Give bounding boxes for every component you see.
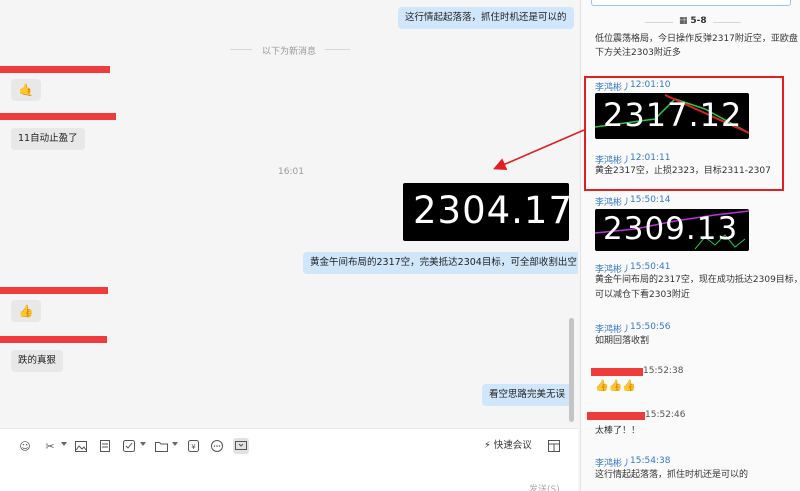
price-value: 2304.17: [413, 189, 569, 232]
panel-text: 如期回落收割: [595, 336, 650, 346]
chat-window: 这行情起起落落，抓住时机还是可以的 以下为新消息 🤙 11自动止盈了 16:01…: [0, 0, 578, 428]
message-composer: ☺ ✂ ¥ ⚡ 快速会议 发送(S): [0, 428, 578, 491]
message-bubble-self[interactable]: 黄金午间布局的2317空，完美抵达2304目标，可全部收割出空: [303, 252, 578, 274]
sender-name: 李鸿彬丿: [595, 325, 632, 335]
redacted-name: [587, 412, 645, 420]
calendar-icon: ▦: [679, 16, 688, 26]
panel-text: 这行情起起落落，抓住时机还是可以的: [595, 470, 749, 480]
new-messages-divider: 以下为新消息: [262, 47, 317, 57]
redacted-name: [0, 336, 107, 343]
sender-name: 李鸿彬丿: [595, 198, 632, 208]
send-button[interactable]: 发送(S): [529, 482, 560, 491]
sticker-message[interactable]: 👍: [11, 300, 41, 322]
divider-line: [645, 22, 673, 23]
message-time: 15:50:56: [630, 322, 671, 332]
redacted-name: [0, 66, 110, 73]
side-panel: ▦ 5-8 低位震荡格局，今日操作反弹2317附近空，亚欧盘 下方关注2303附…: [580, 0, 800, 491]
redacted-name: [591, 368, 643, 376]
search-input[interactable]: [591, 0, 791, 6]
message-bubble-self[interactable]: 这行情起起落落，抓住时机还是可以的: [398, 7, 574, 29]
message-time: 15:54:38: [630, 456, 671, 466]
price-screenshot-image[interactable]: 2304.17: [403, 183, 569, 241]
chevron-down-icon[interactable]: [140, 442, 146, 446]
panel-text: 下方关注2303附近多: [595, 48, 681, 58]
chevron-down-icon[interactable]: [172, 442, 178, 446]
screen-share-icon[interactable]: [233, 438, 249, 454]
emoji-icon[interactable]: ☺: [17, 438, 33, 454]
message-text: 黄金午间布局的2317空，完美抵达2304目标，可全部收割出空: [310, 257, 577, 268]
message-bubble-other[interactable]: 跌的真狠: [11, 350, 64, 372]
redacted-name: [0, 287, 108, 294]
divider-line: [230, 49, 252, 50]
quick-meeting-label: 快速会议: [493, 440, 532, 451]
date-divider: ▦ 5-8: [679, 16, 707, 26]
price-value: 2309.13: [603, 211, 739, 247]
redacted-name: [0, 113, 116, 120]
message-text: 11自动止盈了: [18, 133, 78, 144]
panel-text: 黄金午间布局的2317空，现在成功抵达2309目标，: [595, 275, 800, 285]
sender-name: 李鸿彬丿: [595, 459, 632, 469]
quick-meeting-button[interactable]: ⚡ 快速会议: [484, 437, 532, 451]
panel-text: 可以减仓下看2303附近: [595, 290, 690, 300]
message-time: 15:52:46: [645, 410, 686, 420]
chevron-down-icon[interactable]: [61, 442, 67, 446]
svg-text:¥: ¥: [191, 443, 196, 451]
checklist-icon[interactable]: [121, 438, 137, 454]
history-icon[interactable]: [546, 438, 562, 454]
sticker-message[interactable]: 🤙: [11, 79, 41, 101]
image-icon[interactable]: [73, 438, 89, 454]
lightning-icon: ⚡: [484, 440, 491, 451]
date-label: 5-8: [690, 16, 707, 26]
panel-text: 低位震荡格局，今日操作反弹2317附近空，亚欧盘: [595, 34, 798, 44]
message-time: 15:52:38: [643, 366, 684, 376]
price-screenshot-image[interactable]: 2309.13: [595, 209, 749, 251]
message-text: 看空思路完美无误: [489, 389, 566, 400]
message-time: 15:50:14: [630, 195, 671, 205]
message-text: 跌的真狠: [18, 355, 57, 366]
folder-icon[interactable]: [153, 438, 169, 454]
chat-scrollbar[interactable]: [569, 318, 574, 422]
divider-line: [325, 49, 350, 50]
message-text: 这行情起起落落，抓住时机还是可以的: [405, 12, 567, 23]
thumbs-up-icon: 👍👍👍: [595, 379, 637, 392]
thumbs-up-icon: 👍: [18, 304, 34, 318]
message-bubble-other[interactable]: 11自动止盈了: [11, 128, 85, 150]
timestamp: 16:01: [278, 167, 304, 177]
message-bubble-self[interactable]: 看空思路完美无误: [482, 384, 573, 406]
divider-line: [713, 22, 741, 23]
panel-text: 太棒了！！: [595, 426, 641, 436]
annotation-highlight-box: [584, 76, 784, 191]
emoji-icon: 🤙: [18, 83, 34, 97]
message-time: 15:50:41: [630, 262, 671, 272]
more-icon[interactable]: [209, 438, 225, 454]
scissors-icon[interactable]: ✂: [42, 438, 58, 454]
red-packet-icon[interactable]: ¥: [185, 438, 201, 454]
document-icon[interactable]: [97, 438, 113, 454]
